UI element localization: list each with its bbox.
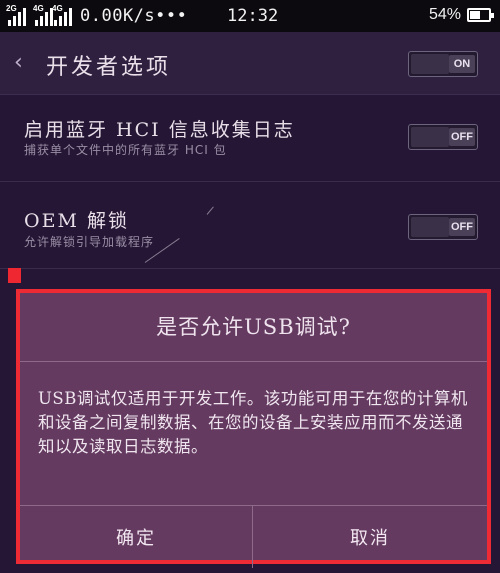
network-type-label: 4G <box>33 4 44 13</box>
status-bar: 2G 4G 4G 0.00K/s••• 12:32 54% <box>0 0 500 32</box>
confirm-button[interactable]: 确定 <box>20 505 252 568</box>
cancel-button[interactable]: 取消 <box>253 505 487 568</box>
toggle-state-label: ON <box>449 55 475 73</box>
clock: 12:32 <box>227 6 279 26</box>
setting-row-bluetooth-hci-log[interactable]: 启用蓝牙 HCI 信息收集日志 捕获单个文件中的所有蓝牙 HCI 包 OFF <box>0 95 500 182</box>
dialog-message: USB调试仅适用于开发工作。该功能可用于在您的计算机和设备之间复制数据、在您的设… <box>38 389 468 456</box>
annotation-marker <box>8 268 21 283</box>
signal-icon: 2G <box>6 4 28 26</box>
app-header: ‹ 开发者选项 ON <box>0 32 500 95</box>
toggle-state-label: OFF <box>449 218 475 236</box>
setting-subtitle: 允许解锁引导加载程序 <box>24 235 155 249</box>
page-title: 开发者选项 <box>46 55 172 80</box>
usb-debugging-dialog: 是否允许USB调试? USB调试仅适用于开发工作。该功能可用于在您的计算机和设备… <box>16 289 491 568</box>
battery-icon <box>467 8 494 22</box>
dialog-title: 是否允许USB调试? <box>156 315 351 339</box>
battery-percent: 54% <box>429 6 462 23</box>
setting-row-oem-unlock[interactable]: OEM 解锁 允许解锁引导加载程序 OFF <box>0 182 500 269</box>
network-type-label: 2G <box>6 4 17 13</box>
oem-unlock-toggle[interactable]: OFF <box>408 214 478 240</box>
setting-title: 启用蓝牙 HCI 信息收集日志 <box>24 119 295 141</box>
bluetooth-hci-toggle[interactable]: OFF <box>408 124 478 150</box>
back-arrow-icon[interactable]: ‹ <box>14 50 23 75</box>
setting-subtitle: 捕获单个文件中的所有蓝牙 HCI 包 <box>24 143 227 157</box>
dialog-divider <box>20 361 487 362</box>
toggle-state-label: OFF <box>449 128 475 146</box>
developer-options-toggle[interactable]: ON <box>408 51 478 77</box>
setting-title: OEM 解锁 <box>24 210 129 232</box>
network-speed: 0.00K/s••• <box>80 6 188 26</box>
network-type-label: 4G <box>52 4 63 13</box>
signal-icon: 4G <box>52 4 74 26</box>
